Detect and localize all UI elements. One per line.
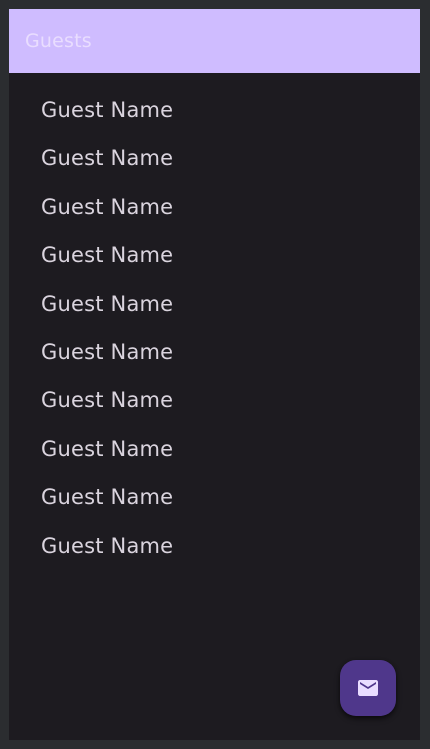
list-item[interactable]: Guest Name — [9, 97, 420, 145]
guest-name: Guest Name — [41, 146, 174, 171]
list-item[interactable]: Guest Name — [9, 339, 420, 387]
list-item[interactable]: Guest Name — [9, 242, 420, 290]
guest-name: Guest Name — [41, 485, 174, 510]
guest-name: Guest Name — [41, 339, 174, 364]
guest-name: Guest Name — [41, 194, 174, 219]
guest-name: Guest Name — [41, 291, 174, 316]
list-item[interactable]: Guest Name — [9, 291, 420, 339]
list-item[interactable]: Guest Name — [9, 533, 420, 581]
guest-name: Guest Name — [41, 533, 174, 558]
list-item[interactable]: Guest Name — [9, 387, 420, 435]
guest-name: Guest Name — [41, 243, 174, 268]
page-title: Guests — [25, 30, 92, 52]
list-item[interactable]: Guest Name — [9, 145, 420, 193]
send-email-button[interactable] — [340, 660, 396, 716]
guest-list: Guest Name Guest Name Guest Name Guest N… — [9, 97, 420, 581]
app-bar: Guests — [9, 9, 420, 73]
list-item[interactable]: Guest Name — [9, 484, 420, 532]
list-item[interactable]: Guest Name — [9, 194, 420, 242]
guest-name: Guest Name — [41, 98, 174, 122]
app-screen: Guests Guest Name Guest Name Guest Name … — [9, 9, 420, 740]
guest-name: Guest Name — [41, 388, 174, 413]
mail-icon — [358, 680, 378, 696]
list-item[interactable]: Guest Name — [9, 436, 420, 484]
guest-name: Guest Name — [41, 436, 174, 461]
